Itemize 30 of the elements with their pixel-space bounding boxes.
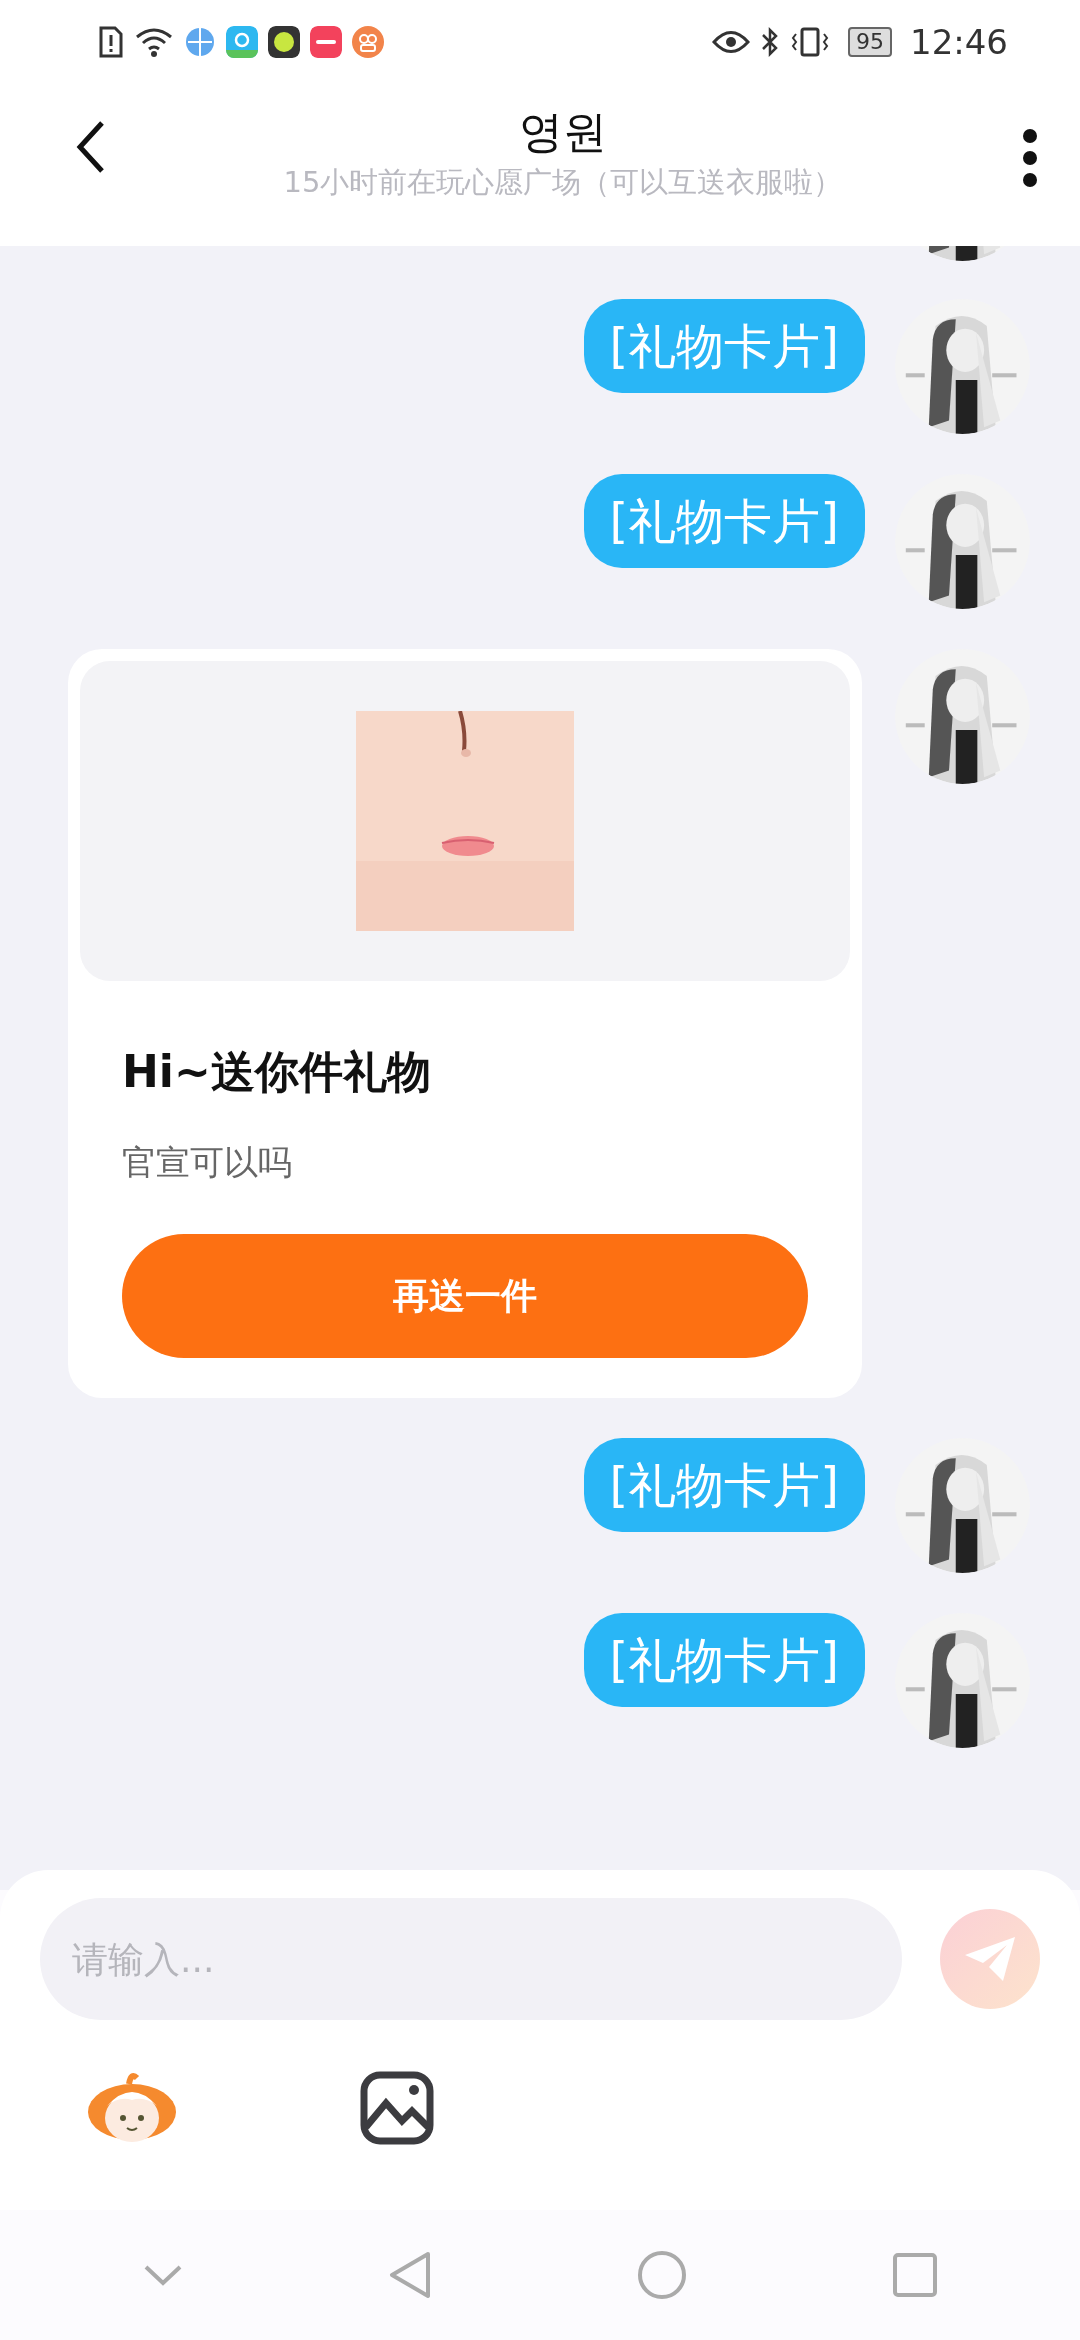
globe-icon bbox=[184, 26, 216, 58]
bluetooth-icon bbox=[760, 26, 780, 58]
card-title: Hi~送你件礼物 bbox=[122, 1045, 432, 1099]
card-message: 官宣可以吗 bbox=[122, 1141, 293, 1184]
more-button[interactable] bbox=[1020, 128, 1040, 188]
message-bubble: [礼物卡片] bbox=[583, 474, 865, 568]
home-icon[interactable] bbox=[636, 2250, 687, 2300]
back-icon[interactable] bbox=[387, 2250, 432, 2300]
app-icon bbox=[268, 26, 300, 58]
wifi-icon bbox=[134, 27, 174, 57]
contact-name: 영원 bbox=[519, 105, 607, 159]
recents-icon[interactable] bbox=[891, 2252, 938, 2298]
image-button[interactable] bbox=[360, 2070, 434, 2145]
app-icon bbox=[226, 26, 258, 58]
eye-icon bbox=[712, 29, 750, 55]
send-icon bbox=[963, 1935, 1017, 1983]
vibrate-icon bbox=[790, 26, 830, 58]
clock-time: 12:46 bbox=[910, 20, 1008, 64]
message-bubble: [礼物卡片] bbox=[583, 1613, 865, 1707]
app-icon bbox=[352, 26, 384, 58]
send-again-button[interactable]: 再送一件 bbox=[122, 1234, 808, 1358]
battery-level: 95 bbox=[848, 27, 892, 57]
back-button[interactable] bbox=[76, 120, 106, 174]
collapse-icon[interactable] bbox=[142, 2263, 183, 2287]
sim-alert-icon bbox=[98, 26, 124, 58]
message-bubble: [礼物卡片] bbox=[583, 299, 865, 393]
app-icon bbox=[310, 26, 342, 58]
message-bubble: [礼物卡片] bbox=[583, 1438, 865, 1532]
status-text: 15小时前在玩心愿广场（可以互送衣服啦） bbox=[283, 164, 843, 201]
message-input[interactable]: 请输入... bbox=[40, 1898, 902, 2020]
